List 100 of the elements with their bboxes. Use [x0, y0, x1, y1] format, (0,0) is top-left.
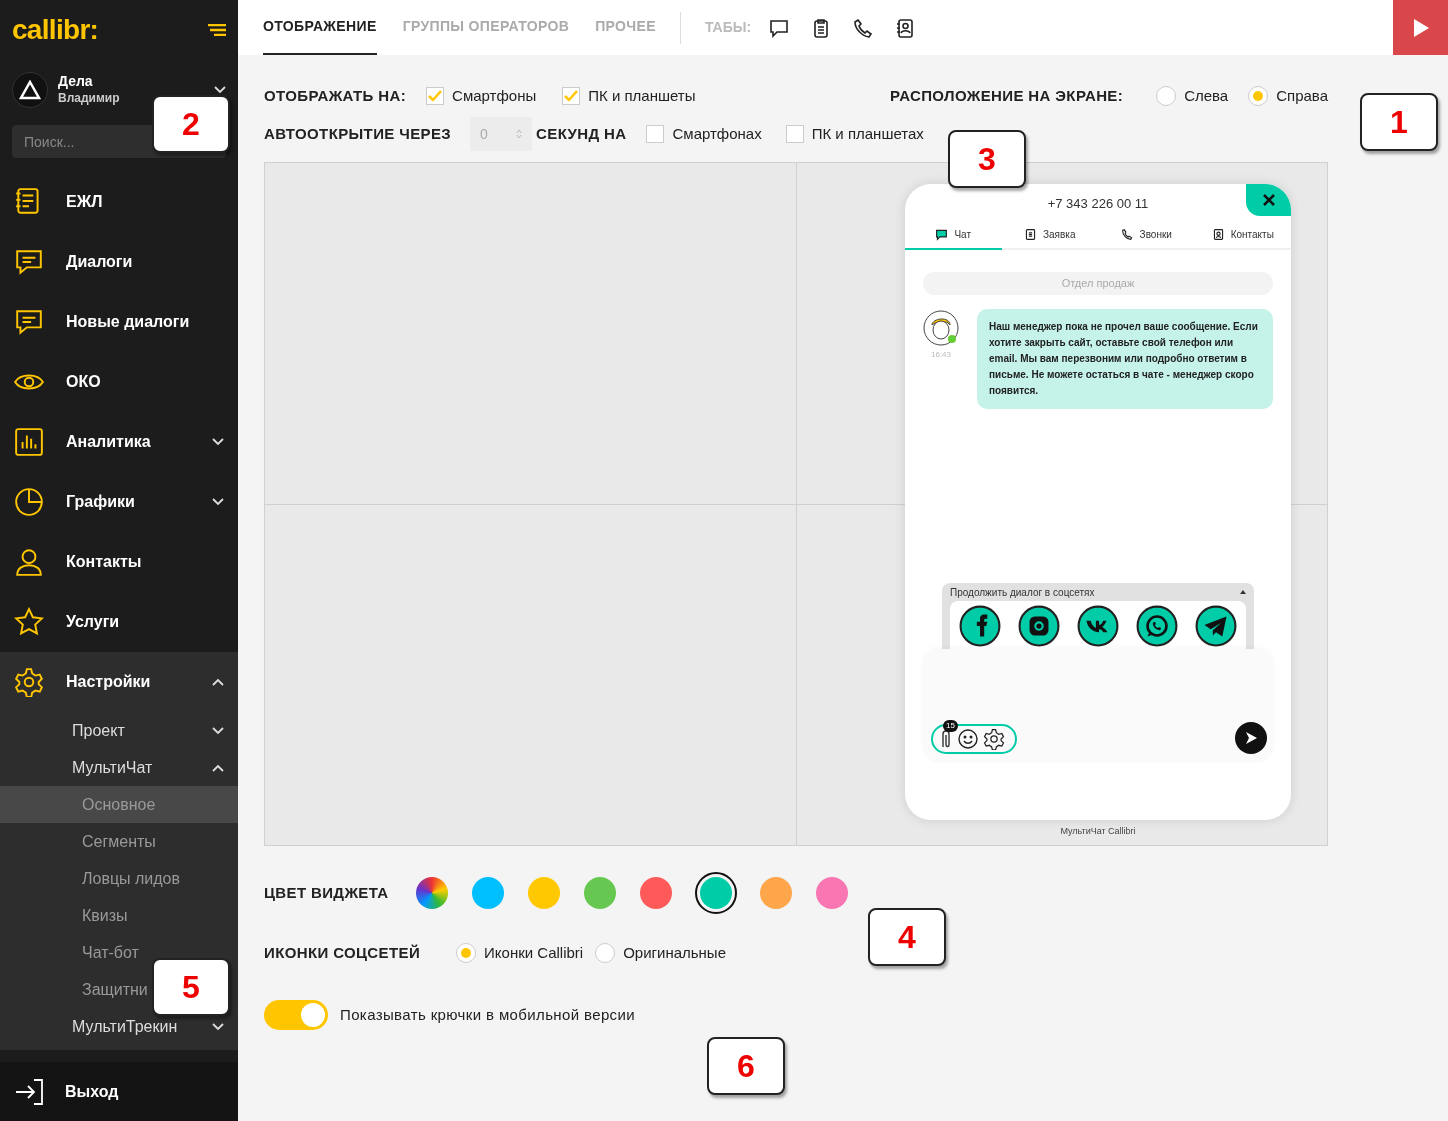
department-label: Отдел продаж	[923, 272, 1273, 295]
close-button[interactable]	[1246, 184, 1291, 216]
attachment-count-badge: 15	[943, 720, 958, 732]
chevron-icon	[212, 1022, 224, 1031]
phone-icon	[1120, 227, 1134, 241]
tab[interactable]: ОТОБРАЖЕНИЕ	[263, 0, 377, 55]
checkbox[interactable]	[785, 125, 804, 143]
collapse-icon[interactable]	[1240, 590, 1246, 594]
radio-button[interactable]	[1248, 86, 1269, 106]
color-swatch[interactable]	[526, 876, 561, 910]
vk-icon[interactable]	[1076, 605, 1119, 647]
submenu-item[interactable]: МультиЧат	[0, 749, 238, 786]
spinner-icon	[516, 129, 523, 139]
settings-icon[interactable]	[983, 728, 1005, 750]
section-label: ОТОБРАЖАТЬ НА:	[264, 85, 407, 106]
tabs-label: ТАБЫ:	[704, 18, 752, 37]
sidebar-item[interactable]: ОКО	[0, 352, 238, 412]
sidebar-item[interactable]: Услуги	[0, 592, 238, 652]
paperclip-icon[interactable]	[939, 729, 953, 749]
number-tooltip: 4	[868, 908, 946, 966]
facebook-icon[interactable]	[958, 605, 1001, 647]
submenu-item[interactable]: Квизы	[82, 903, 128, 928]
account-avatar-icon	[12, 72, 48, 108]
checkbox[interactable]	[426, 87, 445, 105]
color-swatch[interactable]	[470, 876, 505, 910]
radio-label: Слева	[1184, 85, 1229, 106]
bar-chart-icon	[14, 427, 44, 457]
play-button[interactable]	[1393, 0, 1448, 55]
color-swatch[interactable]	[414, 876, 449, 910]
radio-label: Иконки Callibri	[484, 942, 584, 963]
submenu-item[interactable]: Ловцы лидов	[82, 866, 180, 891]
checkbox-label: Смартфонах	[672, 123, 762, 144]
color-swatch[interactable]	[694, 872, 737, 914]
settings-icon	[14, 667, 44, 697]
chat-icon	[14, 247, 44, 277]
telegram-icon[interactable]	[1195, 605, 1238, 647]
radio-button[interactable]	[456, 943, 477, 963]
chevron-icon	[214, 86, 226, 94]
message-input-field[interactable]: 15	[923, 650, 1273, 762]
person-icon	[14, 547, 44, 577]
section-label: АВТООТКРЫТИЕ ЧЕРЕЗ	[264, 123, 452, 144]
checkbox-label: ПК и планшетах	[811, 123, 924, 144]
user-name: Владимир	[58, 90, 120, 107]
whatsapp-icon[interactable]	[1136, 605, 1179, 647]
number-tooltip: 3	[948, 130, 1026, 188]
send-button[interactable]	[1235, 722, 1267, 754]
chat-icon	[14, 307, 44, 337]
instagram-icon[interactable]	[1017, 605, 1060, 647]
message-bubble: Наш менеджер пока не прочел ваше сообщение. Если хотите закрыть сайт, оставьте свой телефон или email. Мы вам перезвоним или подробно ответим в письме. Не можете остаться в чате - менеджер скоро появится.	[977, 309, 1273, 409]
color-swatch[interactable]	[814, 876, 849, 910]
section-label: ЦВЕТ ВИДЖЕТА	[264, 882, 389, 903]
sidebar-item[interactable]: Контакты	[0, 532, 238, 592]
checkbox-label: ПК и планшеты	[588, 85, 696, 106]
contacts-icon[interactable]	[895, 17, 916, 38]
checkbox[interactable]	[562, 87, 581, 105]
checkbox[interactable]	[646, 125, 665, 143]
submenu-item[interactable]: Чат-бот	[82, 940, 139, 965]
menu-button[interactable]	[208, 24, 226, 36]
smile-icon[interactable]	[957, 728, 979, 750]
number-tooltip: 1	[1360, 93, 1438, 151]
section-label: СЕКУНД НА	[536, 123, 627, 144]
chat-icon[interactable]	[769, 17, 790, 38]
submenu-item[interactable]: Проект	[0, 712, 238, 749]
pie-chart-icon	[14, 487, 44, 517]
sidebar-item[interactable]: Диалоги	[0, 232, 238, 292]
social-panel-title: Продолжить диалог в соцсетях	[950, 585, 1095, 600]
sidebar-item[interactable]: Аналитика	[0, 412, 238, 472]
radio-label: Оригинальные	[623, 942, 726, 963]
submenu-item[interactable]: Защитни	[82, 977, 148, 1002]
send-icon	[1244, 731, 1258, 745]
account-name: Дела	[58, 73, 94, 90]
sidebar-item[interactable]: Новые диалоги	[0, 292, 238, 352]
color-swatch[interactable]	[638, 876, 673, 910]
message-time: 16:43	[931, 349, 951, 361]
play-icon	[1412, 18, 1429, 37]
phone-icon[interactable]	[853, 17, 874, 38]
toggle-label: Показывать крючки в мобильной версии	[340, 1004, 635, 1025]
star-icon	[14, 607, 44, 637]
widget-tab[interactable]: Звонки	[1098, 220, 1195, 250]
contacts-icon	[1211, 227, 1225, 241]
sidebar-item[interactable]: Настройки	[0, 652, 238, 712]
logout-item[interactable]: Выход	[0, 1062, 238, 1121]
color-swatch[interactable]	[582, 876, 617, 910]
toggle-switch[interactable]	[264, 1000, 328, 1030]
sidebar-item[interactable]: Графики	[0, 472, 238, 532]
radio-button[interactable]	[1156, 86, 1177, 106]
submenu-item[interactable]: Сегменты	[82, 829, 156, 854]
radio-button[interactable]	[595, 943, 616, 963]
chevron-icon	[212, 763, 224, 772]
chevron-icon	[212, 678, 224, 686]
color-swatch[interactable]	[758, 876, 793, 910]
logout-icon	[14, 1077, 46, 1106]
widget-tab[interactable]: Контакты	[1194, 220, 1291, 250]
sidebar-item[interactable]: ЕЖЛ	[0, 172, 238, 232]
close-icon	[1261, 193, 1276, 207]
widget-tab[interactable]: Заявка	[1001, 220, 1098, 250]
chevron-icon	[212, 498, 224, 506]
widget-tab[interactable]: Чат	[905, 220, 1002, 250]
phone-number: +7 343 226 00 11	[1047, 195, 1149, 214]
section-label: ИКОНКИ СОЦСЕТЕЙ	[264, 942, 421, 963]
